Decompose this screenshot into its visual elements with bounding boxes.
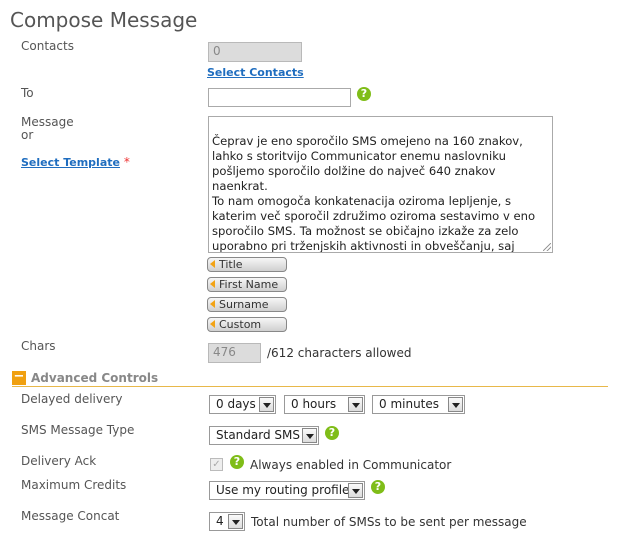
select-value: 4 bbox=[216, 514, 224, 528]
dropdown-arrow-icon bbox=[228, 514, 243, 529]
delivery-ack-help-icon[interactable]: ? bbox=[230, 455, 244, 469]
max-credits-help-icon[interactable]: ? bbox=[371, 480, 385, 494]
delivery-ack-checkbox: ✓ bbox=[210, 458, 223, 471]
contacts-count-field: 0 bbox=[208, 42, 302, 62]
sms-type-label: SMS Message Type bbox=[21, 423, 135, 437]
delayed-delivery-label: Delayed delivery bbox=[21, 392, 123, 406]
collapse-icon[interactable]: − bbox=[12, 370, 26, 385]
to-help-icon[interactable]: ? bbox=[357, 87, 371, 101]
select-template-link[interactable]: Select Template bbox=[21, 156, 120, 169]
delay-minutes-select[interactable]: 0 minutes bbox=[372, 395, 465, 414]
message-textarea[interactable]: Čeprav je eno sporočilo SMS omejeno na 1… bbox=[208, 116, 553, 253]
tag-first-name-button[interactable]: First Name bbox=[207, 277, 287, 292]
max-credits-label: Maximum Credits bbox=[21, 478, 127, 492]
tag-surname-button[interactable]: Surname bbox=[207, 297, 287, 312]
sms-type-help-icon[interactable]: ? bbox=[325, 426, 339, 440]
dropdown-arrow-icon bbox=[259, 397, 274, 412]
select-value: 0 hours bbox=[291, 397, 337, 411]
delivery-ack-text: Always enabled in Communicator bbox=[250, 458, 452, 472]
chars-label: Chars bbox=[21, 339, 56, 353]
select-value: Standard SMS bbox=[216, 428, 300, 442]
concat-label: Message Concat bbox=[21, 509, 120, 523]
chars-allowed-text: /612 characters allowed bbox=[267, 346, 412, 360]
max-credits-select[interactable]: Use my routing profile bbox=[209, 481, 365, 500]
tag-label: Custom bbox=[219, 318, 262, 331]
to-field[interactable] bbox=[208, 88, 351, 107]
tag-arrow-icon bbox=[210, 280, 215, 288]
page-title: Compose Message bbox=[10, 8, 198, 32]
chars-count-field: 476 bbox=[208, 343, 261, 363]
delay-hours-select[interactable]: 0 hours bbox=[284, 395, 365, 414]
message-label: Message bbox=[21, 115, 74, 129]
select-value: 0 minutes bbox=[379, 397, 440, 411]
advanced-controls-title[interactable]: Advanced Controls bbox=[31, 371, 158, 385]
tag-arrow-icon bbox=[210, 320, 215, 328]
sms-type-select[interactable]: Standard SMS bbox=[209, 426, 319, 445]
tag-arrow-icon bbox=[210, 300, 215, 308]
message-body: Čeprav je eno sporočilo SMS omejeno na 1… bbox=[212, 134, 536, 253]
delay-days-select[interactable]: 0 days bbox=[209, 395, 276, 414]
concat-text: Total number of SMSs to be sent per mess… bbox=[251, 515, 527, 529]
select-contacts-link[interactable]: Select Contacts bbox=[207, 66, 304, 79]
to-label: To bbox=[21, 86, 34, 100]
resize-grip-icon[interactable] bbox=[543, 243, 551, 251]
tag-label: Title bbox=[219, 258, 243, 271]
tag-custom-button[interactable]: Custom bbox=[207, 317, 287, 332]
dropdown-arrow-icon bbox=[302, 428, 317, 443]
advanced-controls-header[interactable]: − Advanced Controls bbox=[12, 370, 608, 387]
select-value: 0 days bbox=[216, 397, 256, 411]
message-or-label: or bbox=[21, 128, 34, 142]
contacts-label: Contacts bbox=[21, 39, 74, 53]
concat-select[interactable]: 4 bbox=[209, 512, 245, 531]
tag-label: First Name bbox=[219, 278, 279, 291]
tag-arrow-icon bbox=[210, 260, 215, 268]
dropdown-arrow-icon bbox=[448, 397, 463, 412]
required-mark: * bbox=[123, 155, 130, 169]
tag-label: Surname bbox=[219, 298, 269, 311]
dropdown-arrow-icon bbox=[348, 483, 363, 498]
select-value: Use my routing profile bbox=[216, 483, 350, 497]
dropdown-arrow-icon bbox=[348, 397, 363, 412]
tag-title-button[interactable]: Title bbox=[207, 257, 287, 272]
delivery-ack-label: Delivery Ack bbox=[21, 454, 97, 468]
